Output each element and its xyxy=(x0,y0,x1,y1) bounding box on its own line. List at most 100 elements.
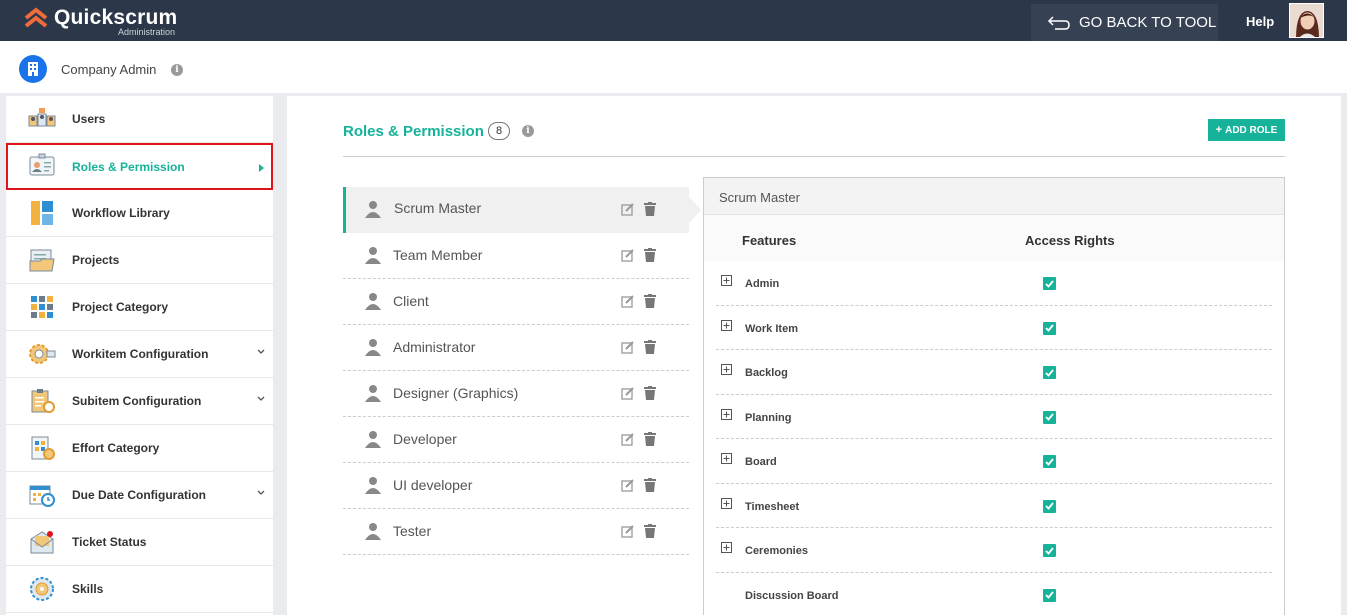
role-item-team-member[interactable]: Team Member xyxy=(343,233,689,279)
info-icon[interactable]: i xyxy=(171,64,183,76)
edit-icon[interactable] xyxy=(621,433,634,446)
trash-icon[interactable] xyxy=(644,478,656,492)
feature-name: Timesheet xyxy=(745,500,800,513)
role-item-developer[interactable]: Developer xyxy=(343,417,689,463)
sidebar-item-skills[interactable]: Skills xyxy=(6,566,273,613)
feature-row-planning: Planning xyxy=(716,395,1272,439)
trash-icon[interactable] xyxy=(644,432,656,446)
avatar-image xyxy=(1290,4,1323,37)
effort-icon xyxy=(31,436,55,460)
expand-plus-icon[interactable] xyxy=(721,453,732,464)
top-bar: Quickscrum Administration GO BACK TO TOO… xyxy=(0,0,1347,41)
access-checkbox[interactable] xyxy=(1043,410,1056,424)
trash-icon[interactable] xyxy=(644,340,656,354)
feature-row-ceremonies: Ceremonies xyxy=(716,528,1272,573)
role-name: Developer xyxy=(393,431,457,447)
checkmark-icon xyxy=(1045,368,1054,377)
trash-icon[interactable] xyxy=(644,294,656,308)
access-checkbox[interactable] xyxy=(1043,277,1056,290)
sidebar-item-workflow-library[interactable]: Workflow Library xyxy=(6,190,273,237)
role-name: Team Member xyxy=(393,247,483,263)
access-checkbox[interactable] xyxy=(1043,455,1056,468)
feature-name: Planning xyxy=(745,411,792,424)
role-item-ui-developer[interactable]: UI developer xyxy=(343,463,689,509)
sidebar-item-label: Workitem Configuration xyxy=(72,347,209,361)
access-rights-column-header: Access Rights xyxy=(1025,233,1115,248)
help-link[interactable]: Help xyxy=(1246,14,1274,29)
role-name: Client xyxy=(393,293,429,309)
active-arrow-icon xyxy=(259,164,264,172)
feature-name: Ceremonies xyxy=(745,545,808,557)
role-item-designer-graphics[interactable]: Designer (Graphics) xyxy=(343,371,689,417)
expand-plus-icon[interactable] xyxy=(721,497,732,509)
trash-icon[interactable] xyxy=(644,524,656,538)
main-panel: Roles & Permission 8 i + ADD ROLE Scrum … xyxy=(287,96,1341,615)
role-item-administrator[interactable]: Administrator xyxy=(343,325,689,371)
role-name: Scrum Master xyxy=(394,200,482,216)
expand-plus-icon[interactable] xyxy=(721,319,732,331)
trash-icon[interactable] xyxy=(644,248,656,262)
trash-icon[interactable] xyxy=(644,386,656,400)
user-icon xyxy=(365,385,381,402)
plus-icon: + xyxy=(1215,124,1223,136)
expand-plus-icon[interactable] xyxy=(721,542,732,553)
info-icon[interactable]: i xyxy=(522,125,534,137)
id-card-icon xyxy=(29,153,55,176)
edit-icon[interactable] xyxy=(621,387,634,400)
user-avatar[interactable] xyxy=(1289,3,1324,38)
permissions-role-title: Scrum Master xyxy=(704,178,1284,215)
role-item-client[interactable]: Client xyxy=(343,279,689,325)
access-checkbox[interactable] xyxy=(1043,366,1056,379)
page-title: Roles & Permission xyxy=(343,123,484,140)
chevron-down-icon[interactable] xyxy=(257,349,265,355)
access-checkbox[interactable] xyxy=(1043,499,1056,513)
checkmark-icon xyxy=(1045,279,1054,288)
back-button-label: GO BACK TO TOOL xyxy=(1079,14,1217,31)
add-role-label: ADD ROLE xyxy=(1225,124,1278,136)
sidebar-item-projects[interactable]: Projects xyxy=(6,237,273,284)
sidebar-item-label: Roles & Permission xyxy=(72,159,185,174)
feature-row-admin: Admin xyxy=(716,261,1272,306)
quickscrum-logo-icon xyxy=(24,7,48,28)
app-logo[interactable]: Quickscrum Administration xyxy=(24,6,194,38)
feature-row-timesheet: Timesheet xyxy=(716,484,1272,528)
user-icon xyxy=(365,431,381,448)
feature-row-backlog: Backlog xyxy=(716,350,1272,395)
edit-icon[interactable] xyxy=(621,295,634,308)
sidebar-item-roles-permission[interactable]: Roles & Permission xyxy=(6,143,273,190)
checkmark-icon xyxy=(1045,502,1054,510)
sidebar-item-effort-category[interactable]: Effort Category xyxy=(6,425,273,472)
sidebar-item-workitem-configuration[interactable]: Workitem Configuration xyxy=(6,331,273,378)
role-item-scrum-master[interactable]: Scrum Master xyxy=(343,187,689,233)
access-checkbox[interactable] xyxy=(1043,321,1056,335)
access-checkbox[interactable] xyxy=(1043,544,1056,557)
edit-icon[interactable] xyxy=(621,525,634,538)
sidebar-item-label: Skills xyxy=(72,582,104,596)
expand-plus-icon[interactable] xyxy=(721,364,732,375)
user-icon xyxy=(365,477,381,494)
users-icon xyxy=(28,108,56,127)
checkmark-icon xyxy=(1045,546,1054,555)
edit-icon[interactable] xyxy=(621,249,634,262)
add-role-button[interactable]: + ADD ROLE xyxy=(1208,119,1285,141)
edit-icon[interactable] xyxy=(621,479,634,492)
permissions-header-row: Features Access Rights xyxy=(704,215,1284,261)
edit-icon[interactable] xyxy=(621,203,634,216)
expand-plus-icon[interactable] xyxy=(721,275,732,286)
sidebar-item-subitem-configuration[interactable]: Subitem Configuration xyxy=(6,378,273,425)
expand-plus-icon[interactable] xyxy=(721,408,732,420)
trash-icon[interactable] xyxy=(644,202,656,216)
edit-icon[interactable] xyxy=(621,341,634,354)
sidebar-item-ticket-status[interactable]: Ticket Status xyxy=(6,519,273,566)
user-icon xyxy=(365,293,381,310)
sidebar-item-due-date-configuration[interactable]: Due Date Configuration xyxy=(6,472,273,519)
go-back-to-tool-button[interactable]: GO BACK TO TOOL xyxy=(1031,4,1218,41)
chevron-down-icon[interactable] xyxy=(257,490,265,496)
access-checkbox[interactable] xyxy=(1043,588,1056,602)
app-name: Quickscrum xyxy=(54,6,178,29)
chevron-down-icon[interactable] xyxy=(257,396,265,402)
role-item-tester[interactable]: Tester xyxy=(343,509,689,555)
clipboard-gear-icon xyxy=(31,389,55,413)
sidebar-item-project-category[interactable]: Project Category xyxy=(6,284,273,331)
sidebar-item-users[interactable]: Users xyxy=(6,96,273,143)
